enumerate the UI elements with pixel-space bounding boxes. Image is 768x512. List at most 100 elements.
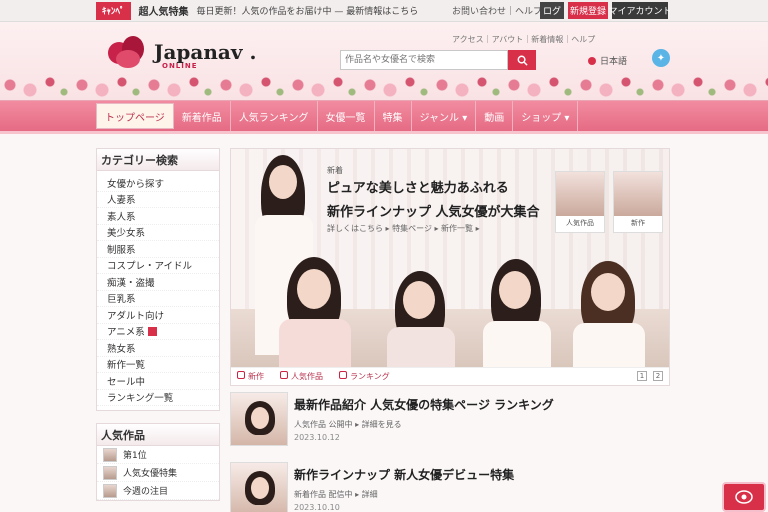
category-list: 女優から探す 人妻系素人系美少女系 制服系コスプレ・アイドル 痴漢・盗撮巨乳系アダルト…	[97, 171, 219, 410]
category-item[interactable]: 人妻系	[97, 192, 219, 208]
hero-headline-secondary: 新作ラインナップ 人気女優が大集合	[327, 205, 540, 220]
hero-kicker: 新着	[327, 166, 343, 175]
ranking-label: 第1位	[123, 451, 147, 461]
nav-tab[interactable]: 特集	[375, 101, 412, 131]
hero-thumbnail[interactable]: 新作	[613, 171, 663, 233]
category-item[interactable]: 美少女系	[97, 225, 219, 241]
thumbnail-caption: 新作	[631, 219, 645, 227]
language-label: 日本語	[600, 57, 628, 67]
logo-subtitle: ONLINE	[162, 62, 198, 70]
language-selector[interactable]: 日本語	[588, 54, 627, 67]
article-meta: 新着作品 配信中 ▸ 詳細	[294, 490, 378, 499]
article-meta2: 2023.10.10	[294, 503, 340, 512]
article-meta2: 2023.10.12	[294, 433, 340, 442]
promo-badge[interactable]: ｷｬﾝﾍﾟ	[96, 1, 131, 20]
ranking-item[interactable]: 今週の注目	[97, 482, 219, 500]
article-title[interactable]: 最新作品紹介 人気女優の特集ページ ランキング	[294, 396, 554, 413]
article-list: 最新作品紹介 人気女優の特集ページ ランキング人気作品 公開中 ▸ 詳細を見る 2…	[230, 392, 670, 512]
nav-tab[interactable]: トップページ	[96, 103, 174, 129]
category-label: アダルト向け	[107, 310, 165, 322]
category-item[interactable]: 新作一覧	[97, 357, 219, 373]
ranking-list: 第1位人気女優特集 今週の注目	[97, 446, 219, 500]
ranking-item[interactable]: 人気女優特集	[97, 464, 219, 482]
category-label: 痴漢・盗撮	[107, 277, 155, 289]
category-item[interactable]: 巨乳系	[97, 291, 219, 307]
promo-text[interactable]: 超人気特集	[139, 3, 189, 18]
category-label: 女優から探す	[107, 178, 165, 190]
help-link[interactable]: お問い合わせ｜ヘルプ	[452, 4, 542, 17]
category-item[interactable]: 熟女系	[97, 340, 219, 357]
hero-strip-link[interactable]: ランキング	[339, 371, 390, 382]
category-item[interactable]: アニメ系	[97, 324, 219, 340]
hero-subtext[interactable]: 詳しくはこちら ▸ 特集ページ ▸ 新作一覧 ▸	[327, 223, 480, 234]
category-label: 美少女系	[107, 228, 146, 240]
article-item[interactable]: 最新作品紹介 人気女優の特集ページ ランキング人気作品 公開中 ▸ 詳細を見る 2…	[230, 392, 670, 454]
site-header: Japanav . ONLINE アクセス｜アバウト｜新着情報｜ヘルプ 日本語 …	[0, 22, 768, 100]
twitter-icon[interactable]: ✦	[652, 49, 670, 67]
category-label: 新作一覧	[107, 360, 146, 372]
category-item[interactable]: 素人系	[97, 208, 219, 225]
sidebar: カテゴリー検索 女優から探す 人妻系素人系美少女系 制服系コスプレ・アイドル 痴漢・盗…	[96, 148, 220, 501]
hero-strip-link[interactable]: 新作	[237, 371, 264, 382]
hero-strip-link[interactable]: 人気作品	[280, 371, 323, 382]
ranking-panel: 人気作品 第1位人気女優特集 今週の注目	[96, 423, 220, 501]
floating-rose-button[interactable]	[722, 482, 766, 512]
ranking-thumbnail	[103, 465, 117, 480]
nav-tab[interactable]: 人気ランキング	[231, 101, 318, 131]
account-button[interactable]: マイアカウント	[609, 2, 672, 19]
hero-strip-label: 人気作品	[291, 372, 323, 381]
site-logo[interactable]: Japanav . ONLINE	[104, 30, 264, 74]
category-item[interactable]: アダルト向け	[97, 307, 219, 324]
search-button[interactable]	[508, 50, 536, 70]
ranking-label: 人気女優特集	[123, 469, 178, 479]
nav-tab[interactable]: 新着作品	[174, 101, 231, 131]
ranking-panel-title: 人気作品	[97, 424, 219, 446]
category-item[interactable]: 女優から探す	[97, 175, 219, 192]
tag-icon	[280, 371, 288, 379]
pager-prev-button[interactable]: 1	[637, 371, 647, 381]
nav-tab[interactable]: 女優一覧	[318, 101, 375, 131]
category-item[interactable]: セール中	[97, 373, 219, 390]
category-item[interactable]: 痴漢・盗撮	[97, 274, 219, 291]
search-icon	[517, 55, 528, 66]
category-panel: カテゴリー検索 女優から探す 人妻系素人系美少女系 制服系コスプレ・アイドル 痴漢・盗…	[96, 148, 220, 411]
hero-strip-label: ランキング	[350, 372, 390, 381]
hero-banner[interactable]: 新着 ピュアな美しさと魅力あふれる 新作ラインナップ 人気女優が大集合 詳しくは…	[230, 148, 670, 386]
thumbnail-image	[556, 172, 604, 216]
rose-icon	[735, 490, 753, 504]
nav-tab[interactable]: ショップ ▾	[513, 101, 579, 131]
ranking-item[interactable]: 第1位	[97, 446, 219, 464]
tag-icon	[237, 371, 245, 379]
login-button[interactable]: ログ	[540, 2, 564, 19]
category-label: 人妻系	[107, 195, 136, 207]
article-body: 最新作品紹介 人気女優の特集ページ ランキング人気作品 公開中 ▸ 詳細を見る 2…	[294, 392, 554, 454]
nav-tab[interactable]: 動画	[476, 101, 514, 131]
article-thumbnail[interactable]	[230, 462, 288, 512]
hero-link-strip: 新作 人気作品 ランキング	[231, 367, 669, 385]
hero-thumbnail[interactable]: 人気作品	[555, 171, 605, 233]
search-input[interactable]	[340, 50, 508, 70]
article-body: 新作ラインナップ 新人女優デビュー特集新着作品 配信中 ▸ 詳細 2023.10.…	[294, 462, 514, 512]
category-label: 素人系	[107, 211, 136, 223]
category-label: コスプレ・アイドル	[107, 261, 193, 273]
promo-subtext: 毎日更新！人気の作品をお届け中 — 最新情報はこちら	[196, 7, 419, 17]
ranking-thumbnail	[103, 483, 117, 498]
model-image	[273, 257, 357, 367]
article-item[interactable]: 新作ラインナップ 新人女優デビュー特集新着作品 配信中 ▸ 詳細 2023.10.…	[230, 462, 670, 512]
article-thumbnail[interactable]	[230, 392, 288, 446]
category-panel-title: カテゴリー検索	[97, 149, 219, 171]
register-button[interactable]: 新規登録	[568, 2, 608, 19]
pager-next-button[interactable]: 2	[653, 371, 663, 381]
thumbnail-image	[614, 172, 662, 216]
logo-text: Japanav .	[154, 40, 257, 64]
category-label: セール中	[107, 376, 146, 388]
header-mini-links[interactable]: アクセス｜アバウト｜新着情報｜ヘルプ	[452, 34, 595, 45]
ranking-label: 今週の注目	[123, 487, 169, 497]
model-image	[567, 261, 651, 367]
category-item[interactable]: ランキング一覧	[97, 390, 219, 406]
article-meta: 人気作品 公開中 ▸ 詳細を見る	[294, 420, 402, 429]
category-item[interactable]: 制服系	[97, 241, 219, 258]
article-title[interactable]: 新作ラインナップ 新人女優デビュー特集	[294, 466, 514, 483]
category-item[interactable]: コスプレ・アイドル	[97, 258, 219, 274]
nav-tab[interactable]: ジャンル ▾	[412, 101, 477, 131]
